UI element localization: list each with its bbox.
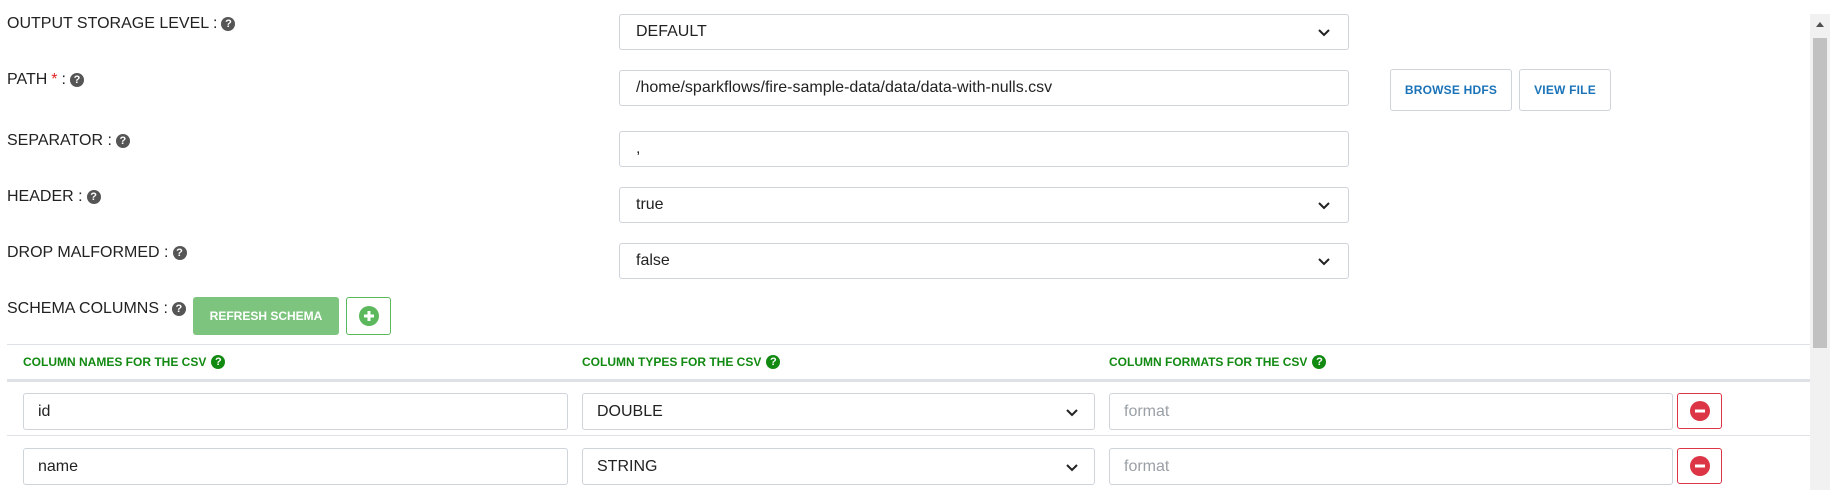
column-format-placeholder: format	[1124, 402, 1170, 420]
column-format-input[interactable]: format	[1109, 448, 1673, 485]
separator-value: ,	[636, 140, 641, 157]
help-icon[interactable]: ?	[115, 134, 130, 148]
column-format-input[interactable]: format	[1109, 393, 1673, 430]
help-icon[interactable]: ?	[1312, 355, 1327, 369]
path-input[interactable]: /home/sparkflows/fire-sample-data/data/d…	[619, 70, 1349, 106]
schema-columns-text: SCHEMA COLUMNS :	[7, 300, 168, 317]
path-text: PATH	[7, 71, 48, 88]
browse-hdfs-button[interactable]: BROWSE HDFS	[1390, 69, 1512, 111]
drop-malformed-label: DROP MALFORMED : ?	[7, 244, 187, 262]
path-label: PATH * : ?	[7, 71, 84, 89]
column-type-select[interactable]: DOUBLE	[582, 393, 1095, 430]
help-icon[interactable]: ?	[69, 73, 84, 87]
chevron-down-icon	[1318, 29, 1330, 37]
table-row-divider	[7, 435, 1810, 436]
remove-column-button[interactable]	[1677, 448, 1722, 484]
column-types-header: COLUMN TYPES FOR THE CSV ?	[582, 355, 781, 369]
header-label: HEADER : ?	[7, 188, 101, 206]
remove-column-button[interactable]	[1677, 393, 1722, 429]
separator-input[interactable]: ,	[619, 131, 1349, 167]
required-marker: *	[51, 71, 58, 88]
column-name-input[interactable]: name	[23, 448, 568, 485]
column-formats-header-text: COLUMN FORMATS FOR THE CSV	[1109, 355, 1308, 369]
drop-malformed-value: false	[636, 252, 670, 269]
column-name-input[interactable]: id	[23, 393, 568, 430]
column-type-select[interactable]: STRING	[582, 448, 1095, 485]
chevron-down-icon	[1318, 258, 1330, 266]
column-type-value: DOUBLE	[597, 402, 663, 420]
schema-columns-label: SCHEMA COLUMNS : ?	[7, 300, 186, 318]
column-names-header-text: COLUMN NAMES FOR THE CSV	[23, 355, 207, 369]
scroll-up-arrow-icon[interactable]	[1813, 18, 1827, 32]
column-types-header-text: COLUMN TYPES FOR THE CSV	[582, 355, 762, 369]
help-icon[interactable]: ?	[766, 355, 781, 369]
drop-malformed-select[interactable]: false	[619, 243, 1349, 279]
refresh-schema-button[interactable]: REFRESH SCHEMA	[193, 297, 339, 335]
separator-text: SEPARATOR :	[7, 132, 112, 149]
output-storage-level-select[interactable]: DEFAULT	[619, 14, 1349, 50]
column-formats-header: COLUMN FORMATS FOR THE CSV ?	[1109, 355, 1327, 369]
chevron-down-icon	[1318, 202, 1330, 210]
minus-circle-icon	[1689, 401, 1710, 421]
drop-malformed-text: DROP MALFORMED :	[7, 244, 169, 261]
path-value: /home/sparkflows/fire-sample-data/data/d…	[636, 79, 1053, 96]
output-storage-level-label: OUTPUT STORAGE LEVEL : ?	[7, 15, 236, 33]
view-file-button[interactable]: VIEW FILE	[1519, 69, 1611, 111]
scrollbar-thumb[interactable]	[1813, 38, 1827, 348]
column-format-placeholder: format	[1124, 457, 1170, 475]
help-icon[interactable]: ?	[86, 190, 101, 204]
table-header-divider	[7, 379, 1810, 382]
separator-label: SEPARATOR : ?	[7, 132, 130, 150]
header-select[interactable]: true	[619, 187, 1349, 223]
path-colon: :	[61, 71, 66, 88]
add-column-button[interactable]	[346, 297, 391, 335]
minus-circle-icon	[1689, 456, 1710, 476]
chevron-down-icon	[1066, 408, 1078, 416]
chevron-down-icon	[1066, 463, 1078, 471]
header-value: true	[636, 196, 664, 213]
help-icon[interactable]: ?	[172, 246, 187, 260]
output-storage-level-value: DEFAULT	[636, 23, 707, 40]
column-type-value: STRING	[597, 457, 658, 475]
help-icon[interactable]: ?	[211, 355, 226, 369]
header-text: HEADER :	[7, 188, 83, 205]
plus-circle-icon	[358, 306, 379, 326]
help-icon[interactable]: ?	[221, 17, 236, 31]
column-name-value: name	[38, 457, 79, 475]
column-name-value: id	[38, 402, 51, 420]
help-icon[interactable]: ?	[171, 302, 186, 316]
output-storage-level-text: OUTPUT STORAGE LEVEL :	[7, 15, 218, 32]
column-names-header: COLUMN NAMES FOR THE CSV ?	[23, 355, 226, 369]
